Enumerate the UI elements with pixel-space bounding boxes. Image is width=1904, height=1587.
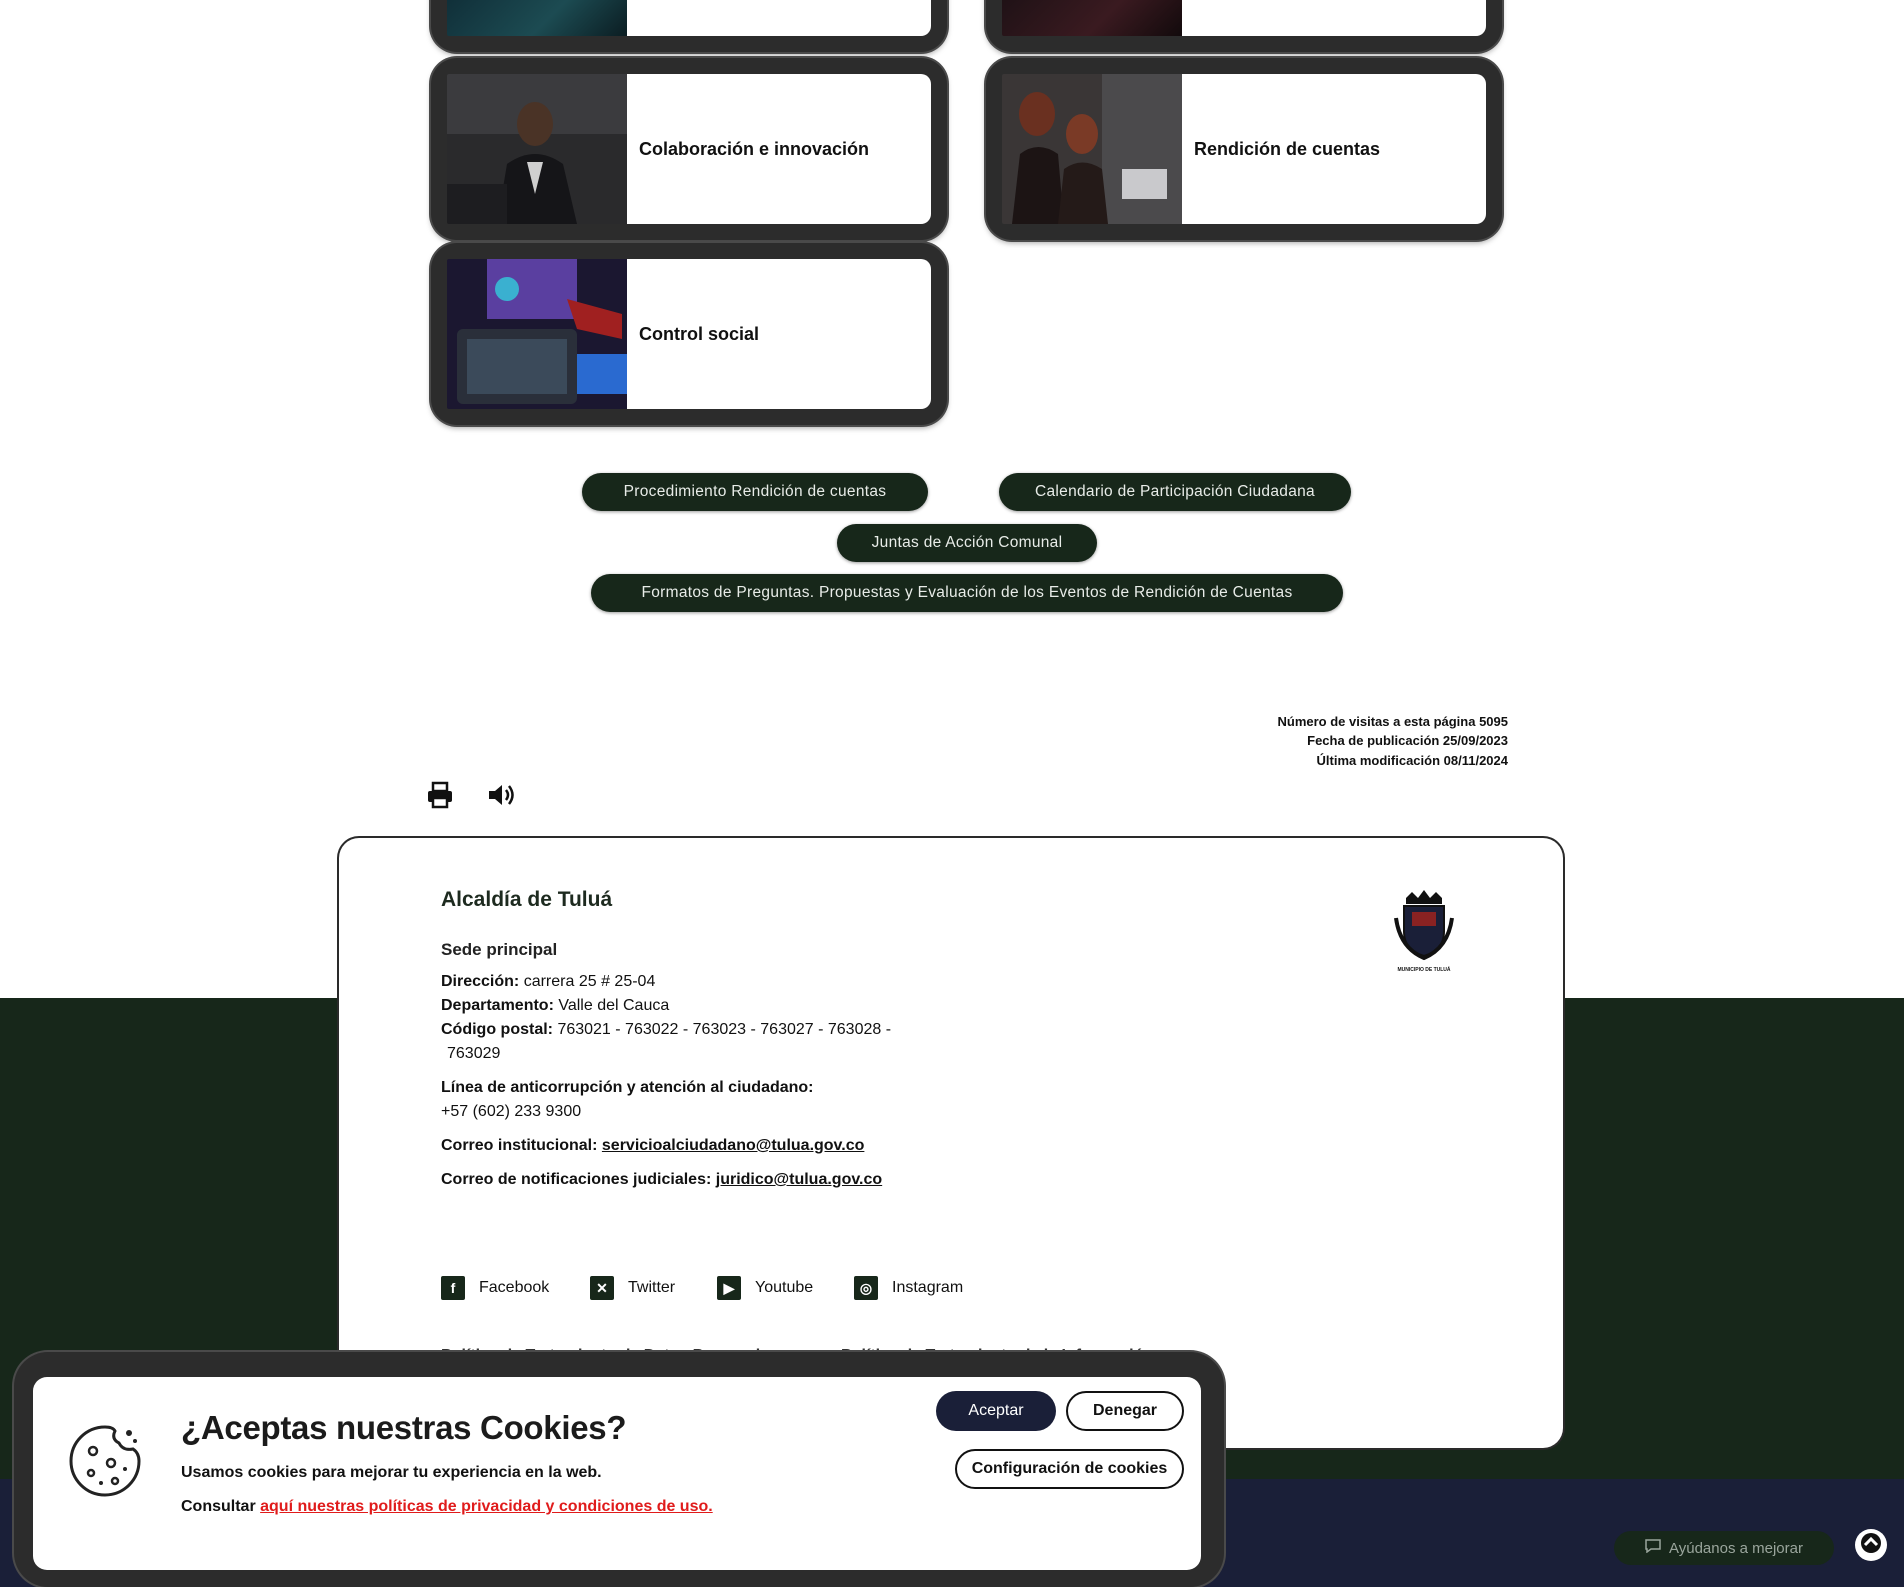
email-label: Correo institucional: [441,1137,598,1154]
businessman-photo [447,74,627,224]
municipality-logo: MUNICIPIO DE TULUÁ [1392,888,1456,973]
topic-card-label: Colaboración e innovación [639,138,870,159]
speaker-icon[interactable] [486,780,518,810]
judicial-email-label: Correo de notificaciones judiciales: [441,1171,712,1188]
chevron-up-icon [1860,1532,1882,1559]
topic-card-top-left[interactable] [431,0,947,52]
youtube-icon: ▶ [717,1276,741,1300]
footer-hotline-label: Línea de anticorrupción y atención al ci… [441,1076,814,1100]
tablet-photo [447,259,627,409]
footer-subtitle: Sede principal [441,940,558,959]
link-procedimiento-rendicion[interactable]: Procedimiento Rendición de cuentas [582,473,928,511]
deny-cookies-button[interactable]: Denegar [1066,1391,1184,1431]
facebook-label: Facebook [479,1279,550,1296]
link-formatos-preguntas[interactable]: Formatos de Preguntas. Propuestas y Eval… [591,574,1343,612]
topic-card-panel: Rendición de cuentas [1182,74,1486,224]
twitter-label: Twitter [628,1279,676,1296]
facebook-icon: f [441,1276,465,1300]
footer-hotline-value: +57 (602) 233 9300 [441,1103,582,1120]
modified-date: Última modificación 08/11/2024 [1316,753,1508,768]
footer-email: Correo institucional: servicioalciudadan… [441,1134,864,1158]
footer-postal-continued: 763029 [447,1045,501,1062]
facebook-link[interactable]: f Facebook [441,1276,549,1300]
instagram-icon: ◎ [854,1276,878,1300]
cookie-text: Usamos cookies para mejorar tu experienc… [181,1464,602,1481]
accept-cookies-button[interactable]: Aceptar [936,1391,1056,1431]
topic-card-panel: Colaboración e innovación [627,74,931,224]
topic-card-label: Rendición de cuentas [1194,138,1381,159]
topic-card-label: Control social [639,323,760,344]
footer-judicial-email: Correo de notificaciones judiciales: jur… [441,1168,882,1192]
address-label: Dirección: [441,973,520,990]
feedback-button[interactable]: Ayúdanos a mejorar [1614,1531,1834,1565]
footer-postal: Código postal: 763021 - 763022 - 763023 … [441,1018,891,1042]
cookie-title: ¿Aceptas nuestras Cookies? [181,1409,627,1446]
email-link[interactable]: servicioalciudadano@tulua.gov.co [602,1137,864,1154]
postal-label: Código postal: [441,1021,553,1038]
footer-title: Alcaldía de Tuluá [441,888,613,911]
topic-card-colaboracion[interactable]: Colaboración e innovación [431,58,947,240]
topic-card-panel: Control social [627,259,931,409]
meeting-photo [1002,74,1182,224]
judicial-email-link[interactable]: juridico@tulua.gov.co [716,1171,882,1188]
link-juntas-accion-comunal[interactable]: Juntas de Acción Comunal [837,524,1097,562]
link-calendario-participacion[interactable]: Calendario de Participación Ciudadana [999,473,1351,511]
visit-counter: Número de visitas a esta página 5095 [1277,714,1509,729]
instagram-label: Instagram [892,1279,964,1296]
instagram-link[interactable]: ◎ Instagram [854,1276,963,1300]
print-icon[interactable] [425,780,455,810]
postal-value: 763021 - 763022 - 763023 - 763027 - 7630… [557,1021,892,1038]
x-twitter-icon: ✕ [590,1276,614,1300]
department-value: Valle del Cauca [558,997,670,1014]
privacy-policy-link[interactable]: aquí nuestras políticas de privacidad y … [260,1498,713,1515]
topic-card-panel [627,0,931,36]
logo-caption: MUNICIPIO DE TULUÁ [1397,967,1451,973]
publish-date: Fecha de publicación 25/09/2023 [1307,733,1508,748]
cookie-banner: ¿Aceptas nuestras Cookies? Usamos cookie… [33,1377,1201,1570]
address-value: carrera 25 # 25-04 [523,973,656,990]
youtube-link[interactable]: ▶ Youtube [717,1276,813,1300]
topic-card-image [447,0,627,36]
footer-department: Departamento: Valle del Cauca [441,994,669,1018]
feedback-label: Ayúdanos a mejorar [1669,1539,1803,1557]
hotline-label: Línea de anticorrupción y atención al ci… [441,1079,814,1096]
youtube-label: Youtube [755,1279,814,1296]
department-label: Departamento: [441,997,554,1014]
topic-card-top-right[interactable] [986,0,1502,52]
chat-icon [1645,1539,1661,1557]
topic-card-control-social[interactable]: Control social [431,243,947,425]
cookie-icon [67,1423,143,1499]
twitter-link[interactable]: ✕ Twitter [590,1276,675,1300]
scroll-to-top-button[interactable] [1855,1529,1887,1561]
topic-card-panel [1182,0,1486,36]
cookie-consult-prefix: Consultar [181,1498,256,1515]
footer-address: Dirección: carrera 25 # 25-04 [441,970,655,994]
topic-card-rendicion[interactable]: Rendición de cuentas [986,58,1502,240]
cookie-settings-button[interactable]: Configuración de cookies [955,1449,1184,1489]
topic-card-image [1002,0,1182,36]
cookie-consult: Consultar aquí nuestras políticas de pri… [181,1498,713,1516]
